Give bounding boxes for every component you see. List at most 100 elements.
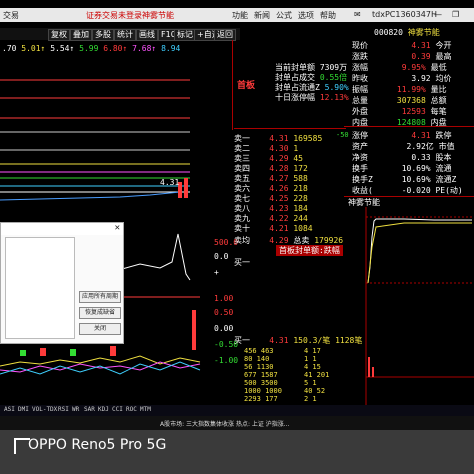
indicator-settings-dialog[interactable]: ✕ 应用所有周期 恢复成缺省 关闭: [0, 222, 124, 344]
toolbar-overlay-button[interactable]: 叠加: [70, 29, 92, 41]
trading-software-screen: 交易 证券交易未登录 神雾节能 功能 新闻 公式 选项 帮助 ✉ tdxPC13…: [0, 0, 474, 430]
sell-level-label: 卖九: [234, 214, 250, 223]
restore-default-button[interactable]: 恢复成缺省: [79, 307, 121, 319]
toolbar-multi-button[interactable]: 多股: [92, 29, 114, 41]
tab-cci[interactable]: CCI: [112, 406, 123, 413]
buy-level-price[interactable]: 4.31: [269, 336, 288, 345]
fund-label2: 流通: [435, 164, 452, 173]
menu-formula[interactable]: 公式: [276, 10, 292, 21]
close-icon[interactable]: ✕: [115, 223, 120, 233]
sell-level-price[interactable]: 4.28: [269, 164, 288, 173]
menu-help[interactable]: 帮助: [320, 10, 336, 21]
menu-options[interactable]: 选项: [298, 10, 314, 21]
buy-level-label: 买一: [234, 258, 250, 267]
sell-level-price[interactable]: 4.23: [269, 204, 288, 213]
quote-value: 4.31: [411, 41, 431, 50]
news-ticker[interactable]: A股市场: 三大指数集体收涨 热点: 上证 沪指涨...: [160, 419, 290, 428]
fund-label: 资产: [352, 142, 368, 151]
sell-level-label: 卖三: [234, 154, 250, 163]
quote-label: 现价: [352, 41, 368, 50]
tab-sar[interactable]: SAR: [84, 406, 95, 413]
tab-kdj[interactable]: KDJ: [98, 406, 109, 413]
sell-level-price[interactable]: 4.26: [269, 184, 288, 193]
tab-dmi[interactable]: DMI: [18, 406, 29, 413]
stock-name: 神雾节能: [407, 28, 440, 37]
svg-text:677 1587: 677 1587: [244, 371, 278, 379]
svg-text:40 52: 40 52: [304, 387, 325, 395]
fund-label2: PE(动): [435, 186, 463, 195]
vol-axis-label: 0.0: [214, 252, 229, 261]
toolbar-stats-button[interactable]: 统计: [114, 29, 136, 41]
quote-value: 12593: [401, 107, 426, 116]
tab-mtm[interactable]: MTM: [140, 406, 151, 413]
apply-all-periods-button[interactable]: 应用所有周期: [79, 291, 121, 303]
sell-level-price[interactable]: 4.27: [269, 174, 288, 183]
login-status[interactable]: 证券交易未登录: [86, 10, 142, 21]
sell-level-price[interactable]: 4.31: [269, 134, 288, 143]
fund-label2: 跌停: [435, 131, 452, 140]
tab-rsi[interactable]: RSI: [58, 406, 69, 413]
sell-level-volume: 1084: [293, 224, 313, 233]
restore-icon[interactable]: ❐: [452, 10, 459, 19]
status-bar: A股市场: 三大指数集体收涨 热点: 上证 沪指涨...: [0, 416, 474, 430]
quote-label: 涨幅: [352, 63, 368, 72]
dialog-param-list[interactable]: [5, 237, 75, 339]
sell-total-volume: 179926: [314, 236, 344, 245]
kline-axis-label: 1.00: [214, 294, 234, 303]
sell-level-volume: 184: [293, 204, 308, 213]
menu-function[interactable]: 功能: [232, 10, 248, 21]
sell-level-label: 卖五: [234, 174, 250, 183]
sell-total-label: 总卖: [293, 236, 310, 245]
tab-vol-tdx[interactable]: VOL-TDX: [32, 406, 57, 413]
board-panel: 首板 当前封单额 7309万 封单占成交 0.55倍 封单占流通Z 5.90% …: [232, 40, 349, 130]
volume-bar: [40, 348, 46, 356]
intraday-chart: [365, 207, 474, 405]
quote-label: 总量: [352, 96, 368, 105]
fund-label2: 股本: [435, 153, 452, 162]
fund-label: 涨停: [352, 131, 368, 140]
svg-text:2293 177: 2293 177: [244, 395, 278, 403]
fund-label: 换手Z: [352, 175, 373, 184]
sell-level-price[interactable]: 4.21: [269, 224, 288, 233]
buy-avg-per-order: 150.3/笔: [293, 336, 331, 345]
sell-level-volume: 588: [293, 174, 308, 183]
menu-news[interactable]: 新闻: [254, 10, 270, 21]
order-book: -50 卖一 4.31 169585 卖二 4.30 1 卖三 4.29 45 …: [234, 128, 362, 409]
account-id: tdxPC1360347H: [372, 10, 438, 19]
fund-value: 10.69%: [401, 175, 431, 184]
toolbar-adjust-button[interactable]: 复权: [48, 29, 70, 41]
fund-label: 净资: [352, 153, 368, 162]
tab-roc[interactable]: ROC: [126, 406, 137, 413]
volume-bar: [70, 349, 76, 356]
board-row-label: 当前封单额: [275, 63, 315, 72]
kline-chart[interactable]: [0, 54, 204, 224]
sell-level-price[interactable]: 4.22: [269, 214, 288, 223]
intraday-panel[interactable]: 神雾节能: [344, 196, 474, 405]
minimize-icon[interactable]: —: [434, 10, 442, 19]
vol-axis-label: +: [214, 268, 219, 277]
toolbar-draw-button[interactable]: 画线: [136, 29, 158, 41]
board-row-label: 封单占流通Z: [275, 83, 320, 92]
seal-banner[interactable]: 首板封单额:跌幅: [276, 245, 343, 256]
close-button[interactable]: 关闭: [79, 323, 121, 335]
fund-label: 收益(: [352, 186, 373, 195]
sell-avg-label: 卖均: [234, 236, 250, 245]
toolbar-mark-button[interactable]: 标记: [174, 29, 196, 41]
stock-code: 000820: [374, 28, 403, 37]
sell-level-price[interactable]: 4.29: [269, 154, 288, 163]
tab-asi[interactable]: ASI: [4, 406, 15, 413]
tab-wr[interactable]: WR: [72, 406, 79, 413]
svg-text:1000 1000: 1000 1000: [244, 387, 282, 395]
dialog-title-bar[interactable]: ✕: [1, 223, 123, 235]
sell-level-price[interactable]: 4.25: [269, 194, 288, 203]
sell-level-price[interactable]: 4.30: [269, 144, 288, 153]
envelope-icon[interactable]: ✉: [354, 10, 361, 19]
sell-level-label: 卖七: [234, 194, 250, 203]
sell-level-label: 卖八: [234, 204, 250, 213]
buy-level-label: 买一: [234, 336, 250, 345]
fund-label: 换手: [352, 164, 368, 173]
sell-level-volume: 218: [293, 184, 308, 193]
board-row-value: 7309万: [319, 63, 348, 72]
sell-level-volume: 228: [293, 194, 308, 203]
board-label: 首板: [237, 81, 256, 91]
